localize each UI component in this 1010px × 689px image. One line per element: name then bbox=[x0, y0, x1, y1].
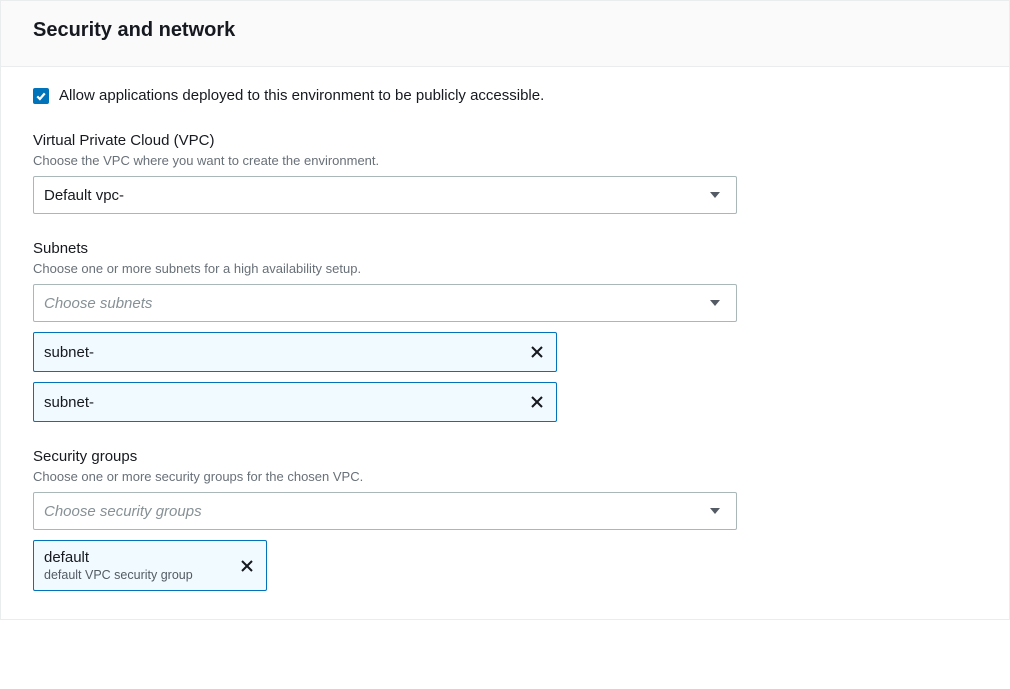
public-access-checkbox[interactable] bbox=[33, 88, 49, 104]
subnets-placeholder: Choose subnets bbox=[44, 295, 152, 312]
vpc-select[interactable]: Default vpc- bbox=[33, 176, 737, 214]
caret-down-icon bbox=[710, 508, 720, 514]
vpc-description: Choose the VPC where you want to create … bbox=[33, 153, 977, 168]
security-groups-description: Choose one or more security groups for t… bbox=[33, 469, 977, 484]
security-groups-tokens: default default VPC security group bbox=[33, 540, 977, 591]
security-group-token: default default VPC security group bbox=[33, 540, 267, 591]
subnet-token-label: subnet- bbox=[44, 344, 94, 361]
security-groups-field: Security groups Choose one or more secur… bbox=[33, 448, 977, 591]
public-access-label[interactable]: Allow applications deployed to this envi… bbox=[59, 87, 544, 104]
checkmark-icon bbox=[35, 90, 47, 102]
remove-subnet-button[interactable] bbox=[526, 341, 548, 363]
vpc-label: Virtual Private Cloud (VPC) bbox=[33, 132, 977, 149]
security-network-panel: Security and network Allow applications … bbox=[0, 0, 1010, 620]
close-icon bbox=[529, 394, 545, 410]
panel-title: Security and network bbox=[33, 19, 977, 42]
security-groups-placeholder: Choose security groups bbox=[44, 503, 202, 520]
close-icon bbox=[239, 558, 255, 574]
remove-security-group-button[interactable] bbox=[236, 555, 258, 577]
vpc-select-value: Default vpc- bbox=[44, 187, 124, 204]
subnet-token: subnet- bbox=[33, 382, 557, 422]
security-group-token-body: default default VPC security group bbox=[44, 549, 193, 582]
subnets-label: Subnets bbox=[33, 240, 977, 257]
subnet-token-label: subnet- bbox=[44, 394, 94, 411]
vpc-field: Virtual Private Cloud (VPC) Choose the V… bbox=[33, 132, 977, 214]
subnets-select[interactable]: Choose subnets bbox=[33, 284, 737, 322]
security-group-token-sub: default VPC security group bbox=[44, 568, 193, 582]
security-group-token-label: default bbox=[44, 549, 193, 566]
subnets-tokens: subnet- subnet- bbox=[33, 332, 977, 422]
caret-down-icon bbox=[710, 300, 720, 306]
close-icon bbox=[529, 344, 545, 360]
subnets-description: Choose one or more subnets for a high av… bbox=[33, 261, 977, 276]
public-access-row: Allow applications deployed to this envi… bbox=[33, 87, 977, 104]
panel-header: Security and network bbox=[1, 1, 1009, 67]
remove-subnet-button[interactable] bbox=[526, 391, 548, 413]
security-groups-label: Security groups bbox=[33, 448, 977, 465]
caret-down-icon bbox=[710, 192, 720, 198]
subnets-field: Subnets Choose one or more subnets for a… bbox=[33, 240, 977, 422]
panel-body: Allow applications deployed to this envi… bbox=[1, 67, 1009, 619]
subnet-token: subnet- bbox=[33, 332, 557, 372]
security-groups-select[interactable]: Choose security groups bbox=[33, 492, 737, 530]
